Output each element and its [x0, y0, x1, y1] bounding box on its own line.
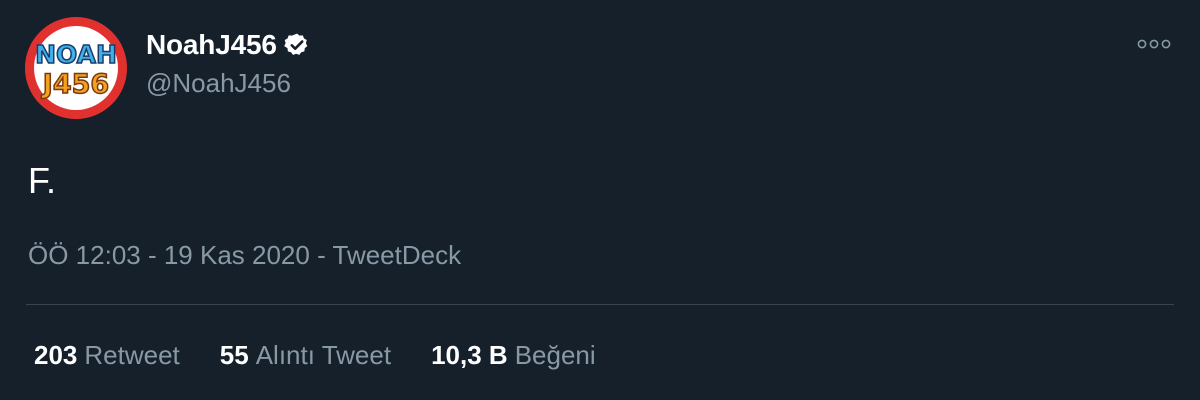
- tweet-text: F.: [28, 160, 57, 201]
- retweet-count: 203: [34, 340, 78, 370]
- more-options-icon: [1137, 39, 1171, 49]
- meta-separator: -: [309, 240, 333, 270]
- svg-text:NOAH: NOAH: [35, 40, 117, 69]
- handle[interactable]: @NoahJ456: [146, 68, 310, 99]
- avatar[interactable]: NOAH J456: [25, 17, 127, 119]
- tweet-meta: ÖÖ 12:03 - 19 Kas 2020 - TweetDeck: [28, 240, 461, 271]
- display-name[interactable]: NoahJ456: [146, 29, 277, 61]
- quote-tweet-label: Alıntı Tweet: [255, 340, 392, 370]
- tweet-source[interactable]: TweetDeck: [333, 240, 462, 270]
- retweet-stat[interactable]: 203 Retweet: [34, 340, 180, 371]
- tweet-stats: 203 Retweet 55 Alıntı Tweet 10,3 B Beğeni: [34, 340, 636, 371]
- svg-text:J456: J456: [41, 69, 109, 100]
- noah-j456-logo-icon: NOAH J456: [25, 17, 127, 119]
- like-label: Beğeni: [514, 340, 596, 370]
- tweet-card: NOAH J456 NoahJ456 @NoahJ456 F. ÖÖ 12:03…: [0, 0, 1200, 400]
- divider: [26, 304, 1174, 305]
- like-count: 10,3 B: [431, 340, 508, 370]
- retweet-label: Retweet: [84, 340, 180, 370]
- meta-separator: -: [140, 240, 164, 270]
- tweet-time[interactable]: ÖÖ 12:03: [28, 240, 141, 270]
- more-options-button[interactable]: [1136, 34, 1172, 54]
- tweet-date[interactable]: 19 Kas 2020: [164, 240, 310, 270]
- quote-tweet-count: 55: [219, 340, 249, 370]
- like-stat[interactable]: 10,3 B Beğeni: [431, 340, 596, 371]
- quote-tweet-stat[interactable]: 55 Alıntı Tweet: [220, 340, 391, 371]
- verified-badge-icon: [283, 32, 310, 58]
- author-names: NoahJ456 @NoahJ456: [146, 28, 310, 99]
